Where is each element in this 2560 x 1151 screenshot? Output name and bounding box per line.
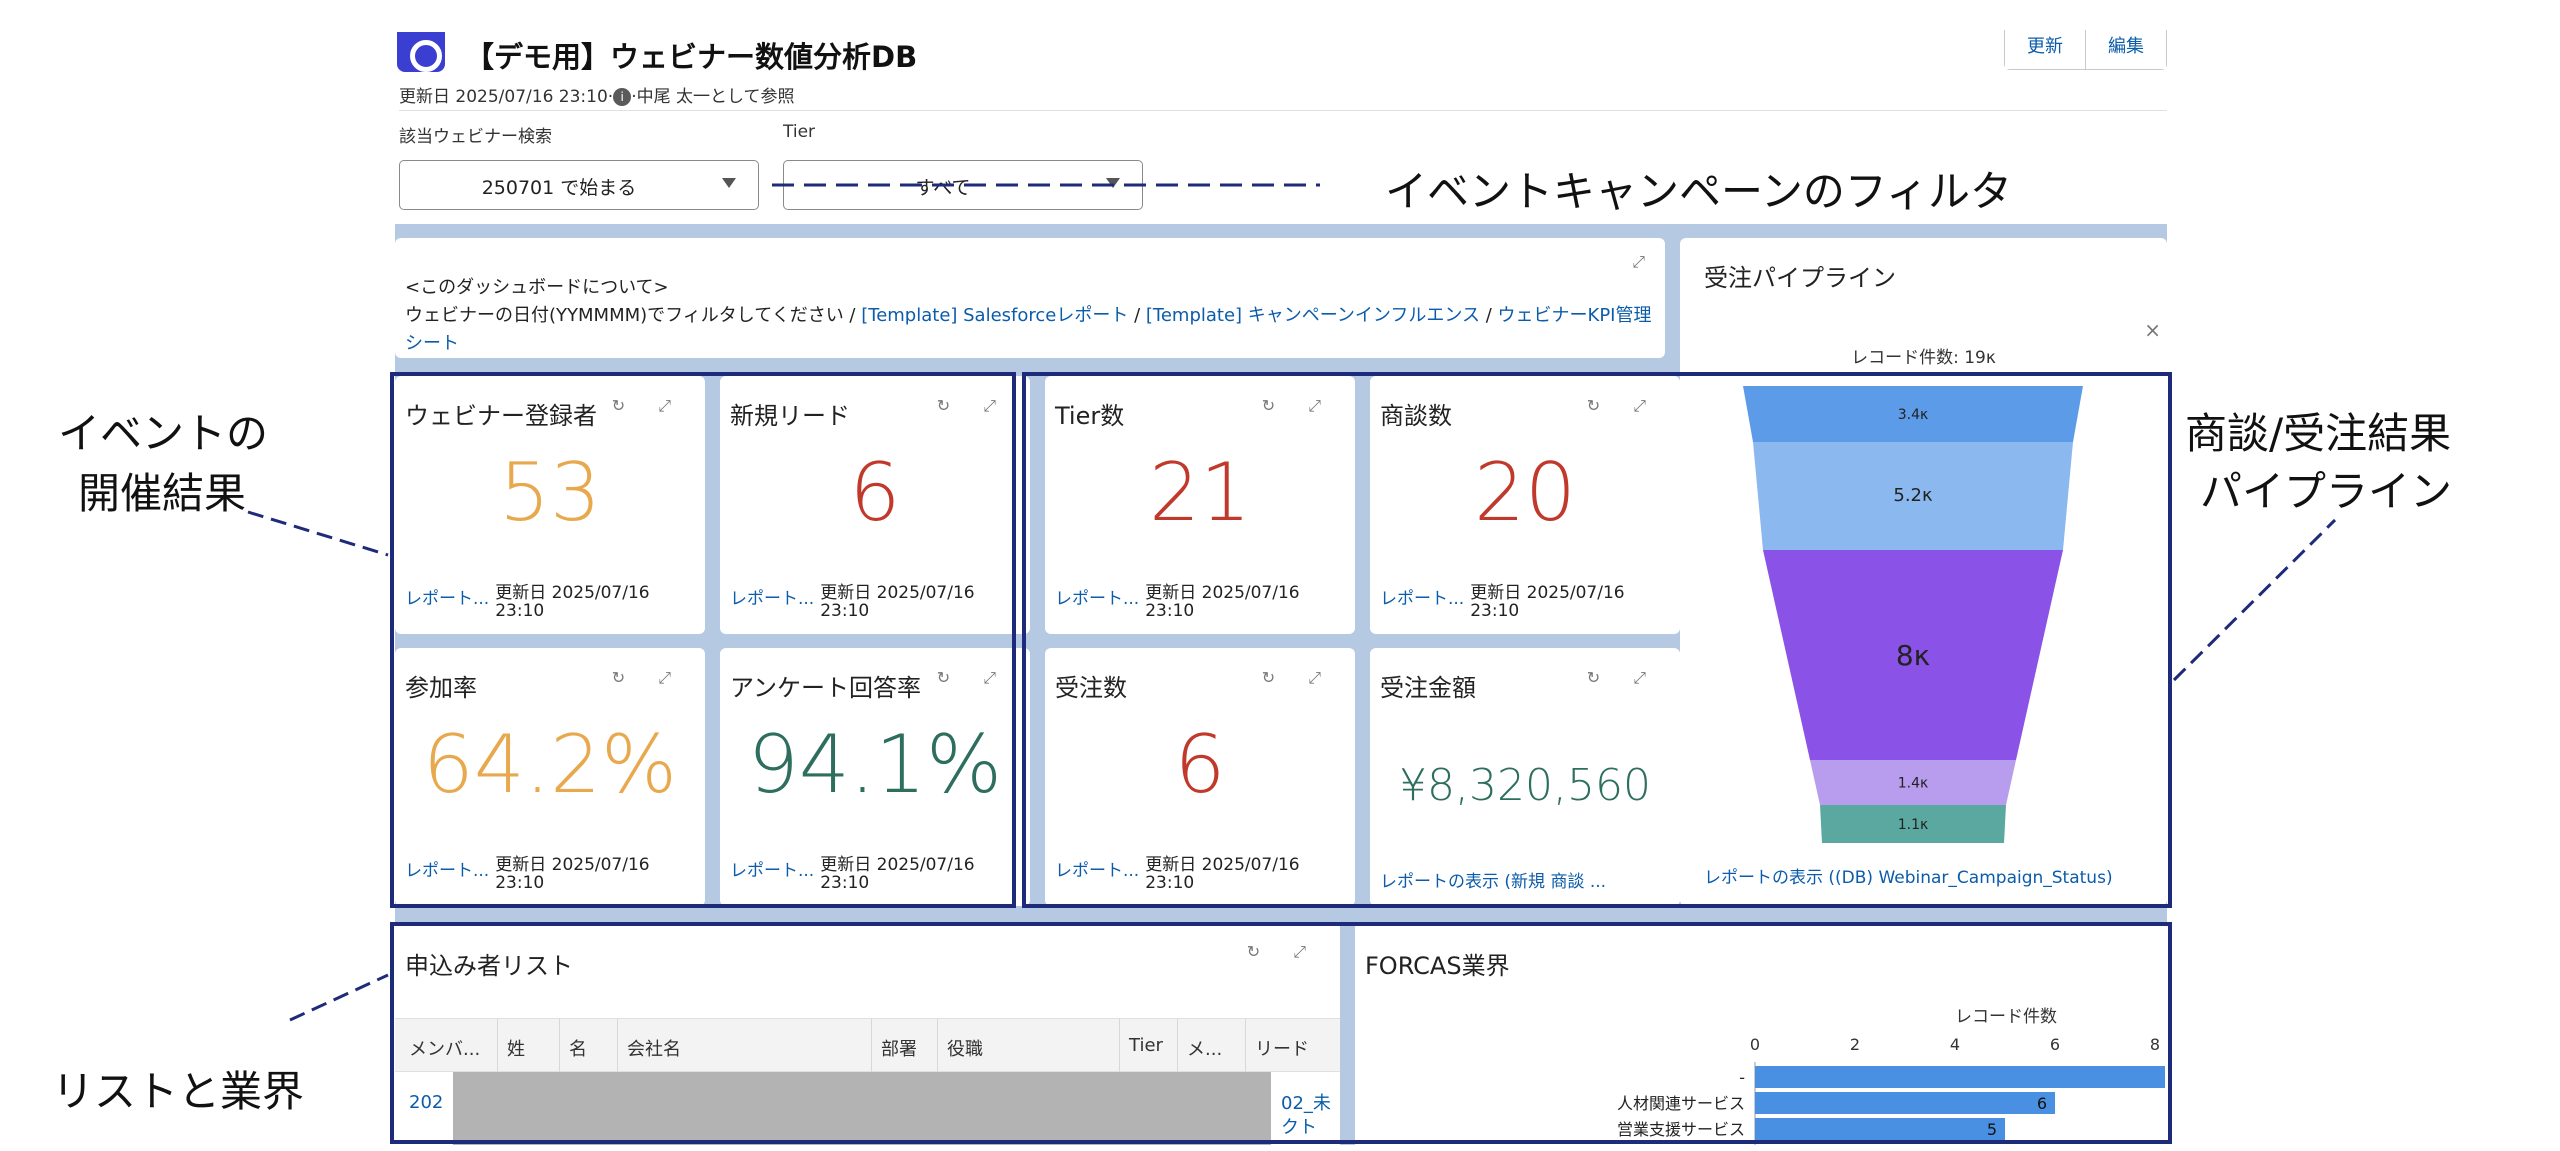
refresh-button[interactable]: 更新 xyxy=(2005,30,2086,69)
info-icon[interactable]: i xyxy=(613,88,632,106)
filter-annotation: イベントキャンペーンのフィルタ xyxy=(1385,167,2013,216)
pipeline-annotation-line1: 商談/受注結果 xyxy=(2185,409,2452,458)
event-annotation-line2: 開催結果 xyxy=(78,469,247,518)
pipeline-highlight xyxy=(1022,372,2172,908)
tier-filter-label: Tier xyxy=(783,122,816,142)
event-annotation-line1: イベントの xyxy=(58,409,269,458)
close-icon[interactable]: × xyxy=(2144,318,2161,342)
tier-filter-select[interactable]: すべて xyxy=(783,160,1143,210)
dashboard-meta: 更新日 2025/07/16 23:10· i ·中尾 太一として参照 xyxy=(399,82,795,107)
viewer-text: ·中尾 太一として参照 xyxy=(631,87,795,107)
pipeline-title: 受注パイプライン xyxy=(1704,264,1896,292)
webinar-filter-value: 250701 で始まる xyxy=(481,177,637,199)
webinar-filter-label: 該当ウェビナー検索 xyxy=(399,127,552,147)
dashboard-title: 【デモ用】ウェビナー数値分析DB xyxy=(465,40,918,74)
about-card: ⤢ <このダッシュボードについて> ウェビナーの日付(YYMMMM)でフィルタし… xyxy=(395,238,1665,358)
about-line: ウェビナーの日付(YYMMMM)でフィルタしてください / [Template]… xyxy=(405,302,1655,358)
list-leader-line xyxy=(289,973,389,1022)
tier-filter-value: すべて xyxy=(915,177,971,199)
header-divider xyxy=(399,110,2167,111)
chevron-down-icon xyxy=(1106,178,1120,188)
edit-button[interactable]: 編集 xyxy=(2086,30,2166,69)
pipeline-annotation-line2: パイプライン xyxy=(2200,467,2453,516)
list-annotation: リストと業界 xyxy=(52,1067,305,1116)
separator: / xyxy=(1480,305,1498,326)
separator: / xyxy=(1128,305,1146,326)
list-highlight xyxy=(390,922,2172,1144)
webinar-filter-select[interactable]: 250701 で始まる xyxy=(399,160,759,210)
about-heading: <このダッシュボードについて> xyxy=(405,277,669,298)
chevron-down-icon xyxy=(722,178,736,188)
updated-text: 更新日 2025/07/16 23:10· xyxy=(399,87,614,107)
salesforce-report-link[interactable]: [Template] Salesforceレポート xyxy=(861,305,1128,326)
event-result-highlight xyxy=(390,372,1016,908)
dashboard-logo-icon xyxy=(397,32,445,72)
event-leader-line xyxy=(247,510,389,557)
record-count: レコード件数: 19κ xyxy=(1851,348,1996,368)
campaign-influence-link[interactable]: [Template] キャンペーンインフルエンス xyxy=(1146,305,1480,326)
about-line-text: ウェビナーの日付(YYMMMM)でフィルタしてください / xyxy=(405,305,862,326)
pipeline-leader-line xyxy=(2172,518,2337,682)
header-button-group: 更新 編集 xyxy=(2004,30,2167,70)
about-text: <このダッシュボードについて> ウェビナーの日付(YYMMMM)でフィルタしてく… xyxy=(405,274,1655,358)
expand-icon[interactable]: ⤢ xyxy=(1632,252,1645,272)
